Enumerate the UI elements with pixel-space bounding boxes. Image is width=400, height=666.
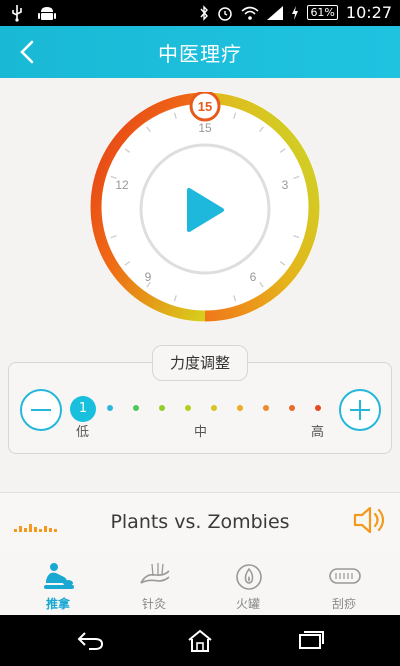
usb-icon <box>12 5 22 22</box>
strength-level-dot[interactable] <box>211 405 217 411</box>
signal-icon <box>267 5 284 20</box>
tab-massage[interactable]: 推拿 <box>8 551 108 615</box>
strength-level-dot[interactable] <box>185 405 191 411</box>
strength-level-current[interactable]: 1 <box>70 396 96 422</box>
system-nav-bar <box>0 615 400 666</box>
tab-label-massage: 推拿 <box>45 597 70 611</box>
strength-level-dot[interactable] <box>315 405 321 411</box>
strength-label-low: 低 <box>76 425 90 440</box>
charging-icon <box>292 5 299 20</box>
battery-indicator: 61% <box>307 5 338 20</box>
bottom-tab-bar: 推拿 针灸 火罐 刮痧 <box>0 551 400 615</box>
tick-label-6: 6 <box>250 270 257 284</box>
strength-title: 力度调整 <box>152 345 248 381</box>
massage-icon <box>44 563 74 589</box>
android-icon <box>38 7 56 20</box>
clock: 10:27 <box>345 3 392 22</box>
decrease-strength-button[interactable] <box>20 389 62 431</box>
tab-label-scraping: 刮痧 <box>331 597 356 611</box>
plus-icon-vertical <box>359 400 361 420</box>
app-header: 中医理疗 <box>0 26 400 78</box>
strength-label-mid: 中 <box>194 425 208 440</box>
status-bar: 61% 10:27 <box>0 0 400 26</box>
back-nav-icon[interactable] <box>75 629 105 651</box>
bluetooth-icon <box>200 4 209 21</box>
timer-dial[interactable]: 15 3 6 9 12 15 <box>80 92 330 322</box>
strength-level-dot[interactable] <box>237 405 243 411</box>
strength-level-dot[interactable] <box>107 405 113 411</box>
alarm-icon <box>218 6 233 21</box>
equalizer-icon[interactable] <box>14 524 57 532</box>
strength-level-dot[interactable] <box>133 405 139 411</box>
strength-level-dot[interactable] <box>289 405 295 411</box>
fire-cupping-icon <box>236 564 262 590</box>
minus-icon <box>31 409 51 411</box>
tab-scraping[interactable]: 刮痧 <box>294 551 394 615</box>
tick-label-12: 12 <box>115 178 129 192</box>
page-title: 中医理疗 <box>158 42 242 66</box>
acupuncture-icon <box>140 563 170 584</box>
strength-level-dot[interactable] <box>263 405 269 411</box>
tick-label-15: 15 <box>198 121 212 135</box>
song-title: Plants vs. Zombies <box>110 511 290 533</box>
music-bar: Plants vs. Zombies <box>0 492 400 552</box>
tab-label-fire-cupping: 火罐 <box>235 597 260 611</box>
tab-fire-cupping[interactable]: 火罐 <box>198 551 298 615</box>
strength-label-high: 高 <box>311 425 325 440</box>
wifi-icon <box>241 6 259 20</box>
scraping-icon <box>329 568 361 584</box>
recent-apps-icon[interactable] <box>297 629 325 651</box>
tick-label-3: 3 <box>282 178 289 192</box>
tab-acupuncture[interactable]: 针灸 <box>104 551 204 615</box>
strength-level-dot[interactable] <box>159 405 165 411</box>
increase-strength-button[interactable] <box>339 389 381 431</box>
tab-label-acupuncture: 针灸 <box>141 597 166 611</box>
speaker-icon[interactable] <box>352 503 388 537</box>
timer-value: 15 <box>198 99 212 114</box>
home-nav-icon[interactable] <box>186 629 214 653</box>
tick-label-9: 9 <box>145 270 152 284</box>
